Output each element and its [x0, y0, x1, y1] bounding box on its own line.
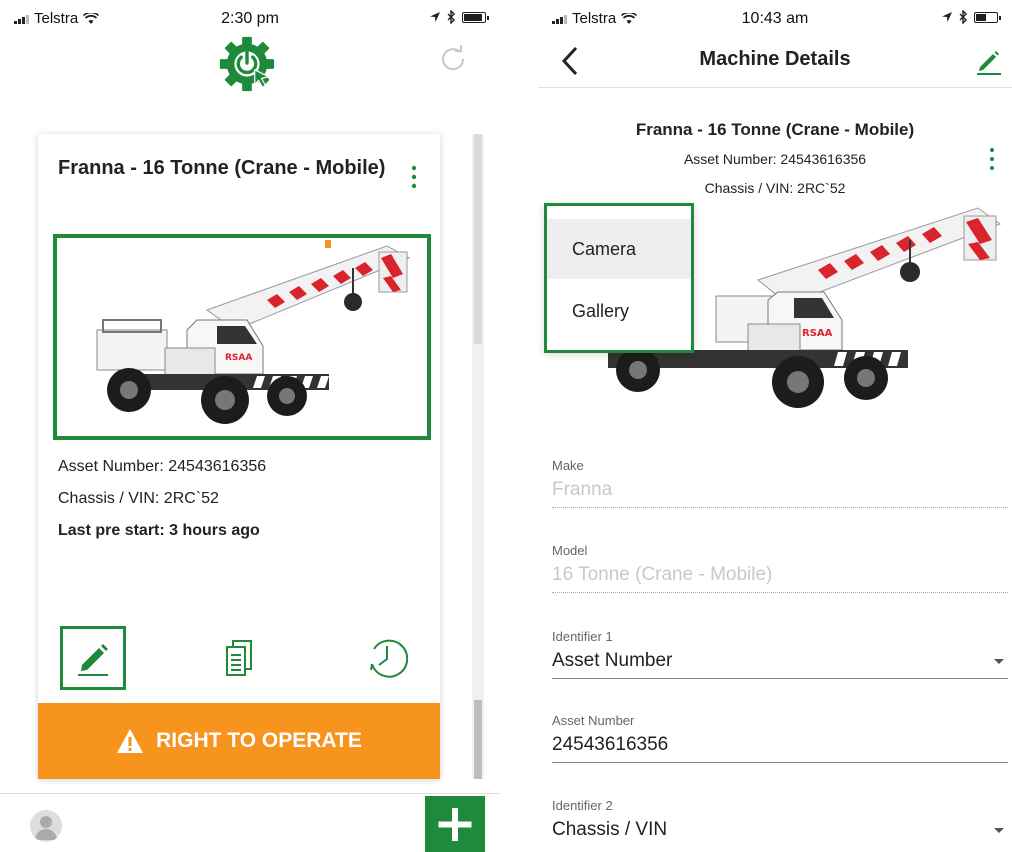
field-underline: [552, 678, 1008, 679]
identifier-2-select[interactable]: Identifier 2 Chassis / VIN: [552, 798, 1008, 847]
identifier-1-value[interactable]: Asset Number: [552, 650, 1008, 678]
add-machine-button[interactable]: [425, 796, 485, 852]
model-field: Model 16 Tonne (Crane - Mobile): [552, 543, 1008, 593]
field-label: Identifier 1: [552, 629, 613, 644]
battery-icon: [974, 11, 1001, 23]
scrollbar[interactable]: [472, 134, 484, 779]
avatar-icon[interactable]: [30, 810, 62, 842]
history-button[interactable]: [354, 626, 420, 690]
machine-title: Franna - 16 Tonne (Crane - Mobile): [58, 157, 386, 179]
svg-text:RSAA: RSAA: [802, 328, 833, 339]
chassis-text: Chassis / VIN: 2RC`52: [58, 490, 219, 507]
menu-item-gallery[interactable]: Gallery: [547, 281, 691, 341]
chassis-text: Chassis / VIN: 2RC`52: [704, 180, 846, 196]
status-icons: [941, 10, 1001, 24]
location-icon: [430, 12, 440, 22]
machine-title: Franna - 16 Tonne (Crane - Mobile): [635, 120, 915, 139]
pencil-icon[interactable]: [974, 46, 1004, 76]
crane-truck-image: RSAA: [96, 240, 411, 424]
photo-source-menu: Camera Gallery: [544, 203, 694, 353]
status-icons: [429, 10, 489, 24]
documents-icon: [226, 640, 252, 676]
dropdown-caret-icon[interactable]: [994, 828, 1004, 833]
warning-icon: [117, 729, 144, 753]
status-bar: Telstra 10:43 am: [538, 0, 1012, 36]
right-screen: Telstra 10:43 am Machine Details Franna …: [538, 0, 1012, 852]
menu-item-camera[interactable]: Camera: [547, 219, 691, 279]
scrollbar-track-shade: [474, 134, 482, 344]
machine-card[interactable]: Franna - 16 Tonne (Crane - Mobile) RSAA …: [38, 134, 440, 779]
gear-power-logo-icon: [219, 36, 275, 92]
more-vertical-icon[interactable]: [980, 144, 1004, 176]
status-time: 2:30 pm: [221, 10, 279, 27]
make-value: Franna: [552, 479, 613, 500]
model-value: 16 Tonne (Crane - Mobile): [552, 564, 773, 585]
bluetooth-icon: [959, 10, 967, 24]
svg-text:RSAA: RSAA: [225, 353, 252, 363]
last-prestart-text: Last pre start: 3 hours ago: [58, 522, 260, 539]
asset-number-input[interactable]: 24543616356: [552, 734, 1008, 762]
bottom-bar: [0, 793, 500, 852]
asset-number-text: Asset Number: 24543616356: [58, 458, 267, 475]
right-to-operate-button[interactable]: RIGHT TO OPERATE: [38, 703, 440, 779]
pencil-icon: [78, 644, 108, 676]
asset-number-text: Asset Number: 24543616356: [683, 151, 867, 167]
scrollbar-thumb[interactable]: [474, 700, 482, 779]
status-bar: Telstra 2:30 pm: [0, 0, 500, 36]
identifier-1-select[interactable]: Identifier 1 Asset Number: [552, 629, 1008, 679]
field-label: Identifier 2: [552, 798, 613, 813]
make-field: Make Franna: [552, 458, 1008, 508]
battery-icon: [462, 11, 489, 23]
dropdown-caret-icon[interactable]: [994, 659, 1004, 664]
field-label: Make: [552, 458, 584, 473]
identifier-2-value[interactable]: Chassis / VIN: [552, 819, 1008, 847]
field-underline: [552, 762, 1008, 763]
field-label: Model: [552, 543, 588, 558]
plus-icon: [438, 808, 472, 841]
asset-number-field[interactable]: Asset Number 24543616356: [552, 713, 1008, 763]
bluetooth-icon: [447, 10, 455, 24]
nav-bar: Machine Details: [538, 36, 1012, 88]
field-underline: [552, 507, 1008, 508]
field-underline: [552, 592, 1008, 593]
more-vertical-icon[interactable]: [400, 162, 428, 192]
field-label: Asset Number: [552, 713, 635, 728]
documents-button[interactable]: [206, 626, 272, 690]
left-screen: Telstra 2:30 pm Franna - 16 Tonne (Crane…: [0, 0, 500, 852]
right-to-operate-label: RIGHT TO OPERATE: [156, 729, 362, 752]
location-icon: [942, 12, 952, 22]
clock-history-icon: [370, 639, 408, 678]
edit-machine-button[interactable]: [60, 626, 126, 690]
page-title: Machine Details: [699, 48, 851, 70]
machine-photo[interactable]: RSAA: [53, 234, 431, 440]
refresh-icon[interactable]: [438, 44, 468, 74]
